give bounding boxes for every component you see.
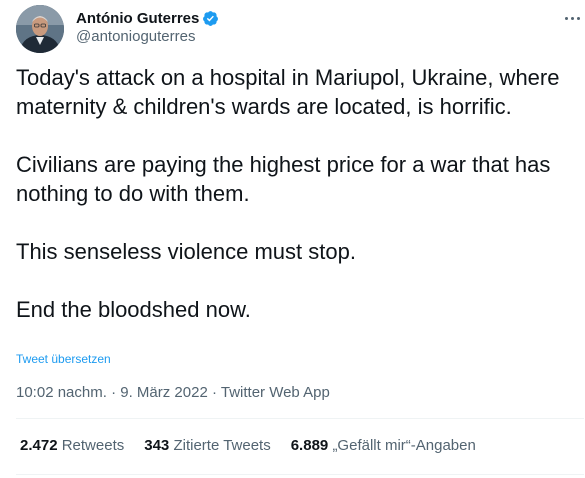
quotes-count: 343 [144, 437, 170, 454]
divider [16, 474, 584, 475]
tweet-source[interactable]: Twitter Web App [221, 384, 330, 401]
translate-tweet-link[interactable]: Tweet übersetzen [16, 352, 111, 366]
tweet-paragraph: Today's attack on a hospital in Mariupol… [16, 65, 560, 119]
avatar[interactable] [16, 5, 64, 53]
quotes-stat[interactable]: 343 Zitierte Tweets [144, 437, 270, 454]
tweet-stats: 2.472 Retweets 343 Zitierte Tweets 6.889… [20, 437, 496, 454]
author-handle[interactable]: @antonioguterres [76, 28, 195, 45]
more-options-icon[interactable] [560, 6, 584, 30]
verified-badge-icon [203, 10, 219, 26]
tweet-card: António Guterres @antonioguterres Today'… [0, 0, 585, 478]
tweet-paragraph: End the bloodshed now. [16, 297, 251, 322]
tweet-date[interactable]: 9. März 2022 [120, 384, 208, 401]
divider [16, 418, 584, 419]
retweets-label: Retweets [61, 437, 125, 454]
tweet-paragraph: Civilians are paying the highest price f… [16, 152, 551, 206]
retweets-count: 2.472 [20, 437, 58, 454]
quotes-label: Zitierte Tweets [173, 437, 271, 454]
tweet-meta: 10:02 nachm. · 9. März 2022 · Twitter We… [16, 384, 330, 401]
more-dot [564, 16, 568, 20]
author-name-row: António Guterres [76, 8, 219, 28]
more-dot [570, 16, 574, 20]
meta-separator: · [106, 384, 121, 401]
author-display-name[interactable]: António Guterres [76, 10, 199, 27]
meta-separator: · [207, 384, 221, 401]
likes-label: „Gefällt mir“-Angaben [332, 437, 476, 454]
more-dot [576, 16, 580, 20]
likes-stat[interactable]: 6.889 „Gefällt mir“-Angaben [291, 437, 476, 454]
tweet-time[interactable]: 10:02 nachm. [16, 384, 107, 401]
tweet-paragraph: This senseless violence must stop. [16, 239, 356, 264]
tweet-text: Today's attack on a hospital in Mariupol… [16, 63, 581, 324]
likes-count: 6.889 [290, 437, 329, 454]
avatar-image [16, 5, 64, 53]
retweets-stat[interactable]: 2.472 Retweets [20, 437, 124, 454]
